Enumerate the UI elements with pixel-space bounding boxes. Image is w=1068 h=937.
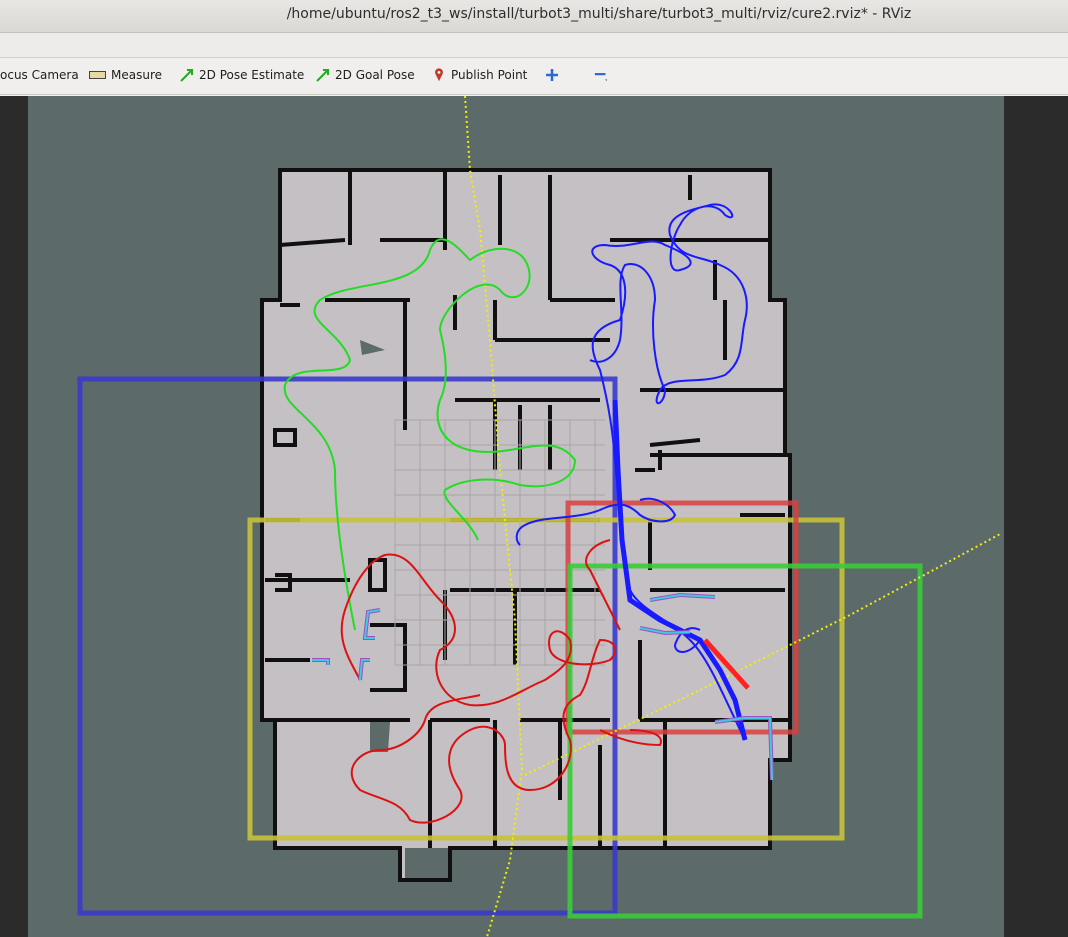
map-scene[interactable]: [0, 0, 1068, 937]
